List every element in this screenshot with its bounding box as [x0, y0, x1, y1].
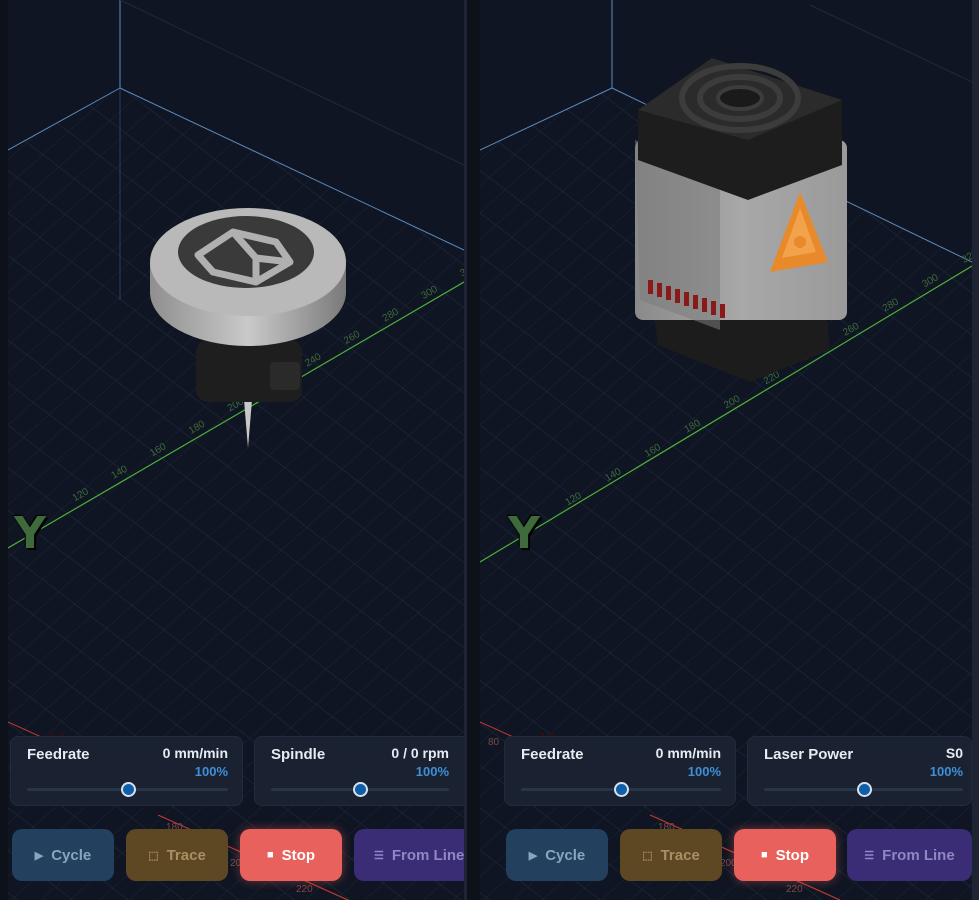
- panel-divider: [464, 0, 467, 900]
- laser-module-icon: [635, 58, 847, 382]
- trace-button[interactable]: ⬚ Trace: [620, 829, 722, 881]
- laser-viewport-panel: 120140160180200220240260280300320 Y X: [480, 0, 972, 900]
- spindle-slider-knob[interactable]: [353, 782, 368, 797]
- laser-power-label: Laser Power: [764, 746, 854, 763]
- laser-power-percent: 100%: [929, 764, 963, 779]
- feedrate-percent: 100%: [687, 764, 721, 779]
- spindle-label: Spindle: [271, 746, 326, 763]
- spindle-percent: 100%: [415, 764, 449, 779]
- cnc-viewport-panel: 120140160180200220240260280300320 Y X 18…: [8, 0, 464, 900]
- laser-power-slider-knob[interactable]: [856, 782, 872, 797]
- feedrate-label: Feedrate: [27, 746, 90, 763]
- from-line-button[interactable]: ☰ From Line: [847, 829, 972, 881]
- trace-button[interactable]: ⬚ Trace: [126, 829, 228, 881]
- feedrate-percent: 100%: [194, 764, 228, 779]
- list-lines-icon: ☰: [374, 849, 384, 862]
- spindle-value: 0 / 0 rpm: [391, 745, 449, 761]
- cycle-button[interactable]: ▶ Cycle: [506, 829, 608, 881]
- laser-power-card: Laser Power S0 100%: [747, 736, 972, 806]
- stop-button[interactable]: ■ Stop: [734, 829, 836, 881]
- feedrate-slider-knob[interactable]: [120, 782, 136, 797]
- play-icon: ▶: [528, 849, 538, 862]
- panel-edge: [972, 0, 979, 900]
- feedrate-card: Feedrate 0 mm/min 100%: [10, 736, 243, 806]
- stop-button[interactable]: ■ Stop: [240, 829, 342, 881]
- laser-power-value: S0: [945, 745, 963, 761]
- stop-square-icon: ■: [761, 849, 768, 861]
- cycle-button[interactable]: ▶ Cycle: [12, 829, 114, 881]
- list-lines-icon: ☰: [864, 849, 875, 862]
- dashed-square-icon: ⬚: [642, 849, 653, 862]
- y-axis-label: Y: [508, 508, 540, 559]
- play-icon: ▶: [34, 849, 44, 862]
- laser-power-slider[interactable]: [764, 782, 963, 797]
- feedrate-card: Feedrate 0 mm/min 100%: [504, 736, 736, 806]
- from-line-button[interactable]: ☰ From Line: [354, 829, 464, 881]
- feedrate-value: 0 mm/min: [162, 745, 228, 761]
- feedrate-slider[interactable]: [27, 782, 228, 797]
- feedrate-value: 0 mm/min: [655, 745, 721, 761]
- feedrate-label: Feedrate: [521, 746, 584, 763]
- spindle-slider[interactable]: [271, 782, 449, 797]
- stop-square-icon: ■: [267, 849, 274, 861]
- spindle-card: Spindle 0 / 0 rpm 100%: [254, 736, 464, 806]
- feedrate-slider[interactable]: [521, 782, 721, 797]
- y-axis-label: Y: [14, 508, 46, 559]
- dashed-square-icon: ⬚: [148, 849, 159, 862]
- feedrate-slider-knob[interactable]: [614, 782, 629, 797]
